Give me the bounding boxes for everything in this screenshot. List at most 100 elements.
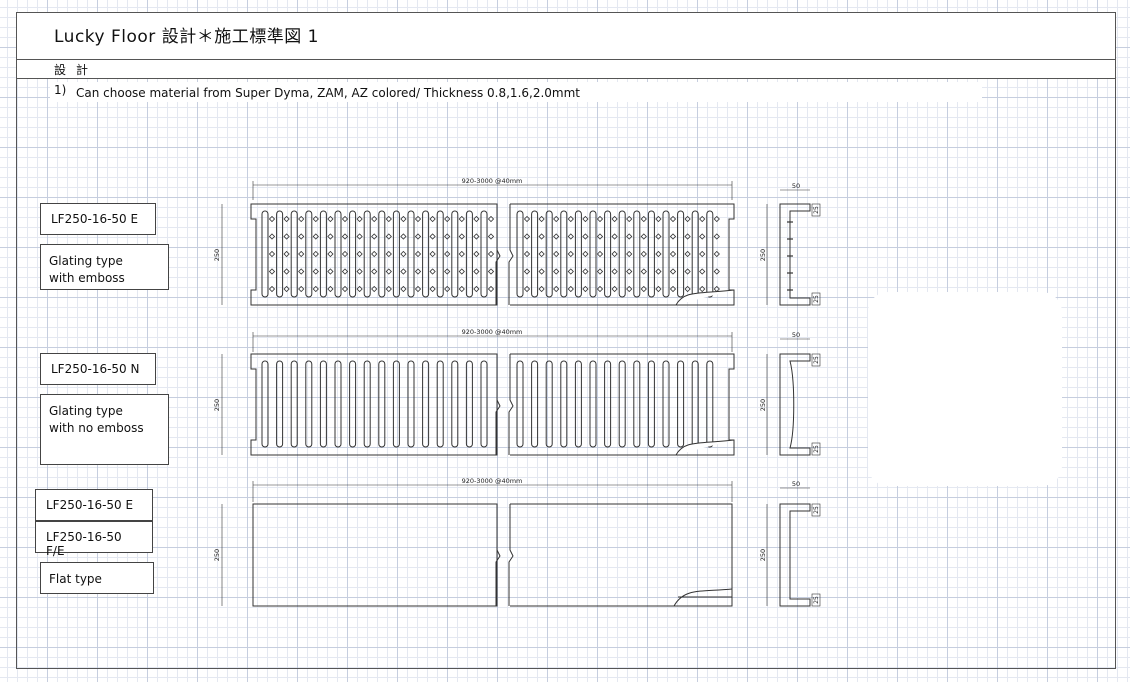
emboss-mark [458,233,465,240]
emboss-mark [596,268,604,275]
cutaway [673,588,733,607]
slot [305,210,313,298]
slot [349,360,357,448]
emboss-mark [655,215,662,223]
emboss-mark [640,215,647,223]
break-line [508,204,514,305]
emboss-mark [458,268,465,275]
emboss-mark [596,250,604,258]
emboss-mark [385,215,392,223]
emboss-mark [429,233,436,240]
slot [647,360,655,448]
slot [560,210,568,298]
emboss-mark [596,233,604,240]
slot [334,360,342,448]
slot [647,210,655,298]
lip-top-label: 25 [813,206,820,214]
emboss-mark [341,268,349,275]
emboss-mark [312,233,319,240]
slot [545,210,553,298]
slot [436,210,444,298]
emboss-mark [371,285,378,293]
slot-group [261,210,714,298]
emboss-mark [669,285,677,293]
lip-bottom-label: 25 [813,445,820,453]
emboss-mark [298,285,305,293]
slot [334,210,342,298]
slot [422,210,430,298]
emboss-mark [400,250,407,258]
panel-2-drawing: 920-3000 @40mm 250 50 250 25 25 [213,328,821,456]
side-profile [779,503,811,607]
emboss-mark [523,250,531,258]
slot [378,210,386,298]
emboss-mark [327,268,334,275]
slot [516,360,524,448]
emboss-mark [567,233,574,240]
height-dimension-label: 250 [213,399,221,411]
emboss-mark [582,233,589,240]
emboss-mark [444,233,451,240]
emboss-mark [567,215,574,223]
emboss-mark [523,268,531,275]
slot [319,360,327,448]
emboss-mark [341,233,349,240]
emboss-mark [356,250,363,258]
emboss-mark [298,233,305,240]
emboss-mark [553,215,560,223]
emboss-mark [487,215,495,223]
slot [349,210,357,298]
depth-dimension-label: 50 [792,480,800,488]
emboss-mark [553,250,560,258]
slot [363,360,371,448]
emboss-mark [487,268,495,275]
slot [516,210,524,298]
emboss-mark [429,250,436,258]
emboss-mark [626,250,633,258]
slot [276,360,284,448]
emboss-mark [444,250,451,258]
profile-height-label: 250 [759,549,767,561]
slot [618,210,626,298]
emboss-mark [371,233,378,240]
emboss-mark [626,233,633,240]
emboss-mark [429,285,436,293]
emboss-mark [669,233,677,240]
emboss-mark [684,215,691,223]
technical-drawing: 920-3000 @40mm 250 50 250 25 25 920-3000… [213,177,821,607]
emboss-mark [640,250,647,258]
slot [677,360,685,448]
slot [531,360,539,448]
emboss-mark [626,215,633,223]
emboss-mark [341,215,349,223]
emboss-mark [414,250,422,258]
length-dimension-label: 920-3000 @40mm [462,477,523,485]
slot [574,360,582,448]
slot [465,360,473,448]
emboss-mark [473,268,480,275]
emboss-mark [371,268,378,275]
emboss-mark [699,233,706,240]
slot [465,210,473,298]
emboss-mark [684,233,691,240]
emboss-mark [356,285,363,293]
emboss-mark [473,285,480,293]
emboss-mark [611,268,618,275]
emboss-mark [655,233,662,240]
emboss-mark [444,285,451,293]
lip-bottom-label: 25 [813,596,820,604]
emboss-mark [538,268,545,275]
emboss-mark [283,233,290,240]
panel-right-half [510,503,733,607]
cutaway [675,439,735,456]
emboss-mark [327,250,334,258]
emboss-mark [611,215,618,223]
slot [589,360,597,448]
emboss-mark [429,268,436,275]
emboss-mark [400,233,407,240]
emboss-mark [626,285,633,293]
emboss-mark [458,285,465,293]
slot [436,360,444,448]
emboss-mark [523,215,531,223]
emboss-mark [553,285,560,293]
